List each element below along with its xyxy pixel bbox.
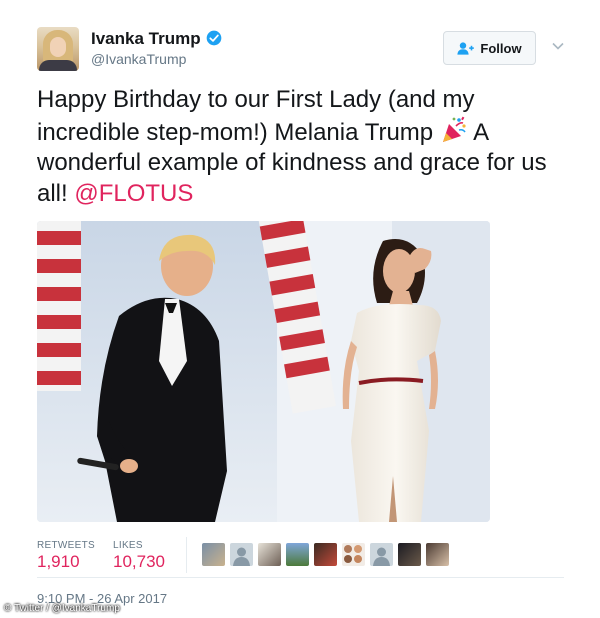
default-avatar-icon — [373, 547, 390, 566]
verified-badge-icon — [206, 30, 221, 46]
default-avatar-icon — [233, 547, 250, 566]
retweets-label: RETWEETS — [37, 540, 95, 551]
tweet-text: Happy Birthday to our First Lady (and my… — [37, 85, 567, 209]
author-name-text[interactable]: Ivanka Trump — [91, 29, 201, 48]
follow-label: Follow — [480, 40, 522, 56]
follow-button[interactable]: Follow — [443, 31, 536, 65]
tweet-body: Happy Birthday to our First Lady (and my… — [37, 86, 475, 146]
liker-avatar[interactable] — [342, 543, 365, 566]
liker-avatar[interactable] — [258, 543, 281, 566]
party-popper-icon — [442, 116, 466, 142]
liker-avatar[interactable] — [398, 543, 421, 566]
add-user-icon — [457, 41, 475, 55]
author-avatar[interactable] — [37, 27, 79, 71]
stats-divider — [186, 537, 187, 573]
liker-avatar[interactable] — [370, 543, 393, 566]
retweets-count[interactable]: 1,910 — [37, 552, 80, 572]
liker-avatar[interactable] — [286, 543, 309, 566]
liker-avatar[interactable] — [314, 543, 337, 566]
photo-scene — [37, 221, 490, 522]
tweet-photo[interactable] — [37, 221, 490, 522]
chevron-down-icon[interactable] — [551, 40, 565, 52]
liker-avatar[interactable] — [426, 543, 449, 566]
author-handle[interactable]: @IvankaTrump — [91, 51, 186, 67]
author-name[interactable]: Ivanka Trump — [91, 29, 222, 49]
image-credit: © Twitter / @IvankaTrump — [4, 603, 120, 614]
mention-link[interactable]: @FLOTUS — [74, 180, 193, 207]
group-avatar-icon — [344, 545, 362, 563]
liker-avatar[interactable] — [202, 543, 225, 566]
stats-bottom-divider — [37, 577, 564, 578]
liker-avatar[interactable] — [230, 543, 253, 566]
likes-count[interactable]: 10,730 — [113, 552, 165, 572]
likes-label: LIKES — [113, 540, 143, 551]
